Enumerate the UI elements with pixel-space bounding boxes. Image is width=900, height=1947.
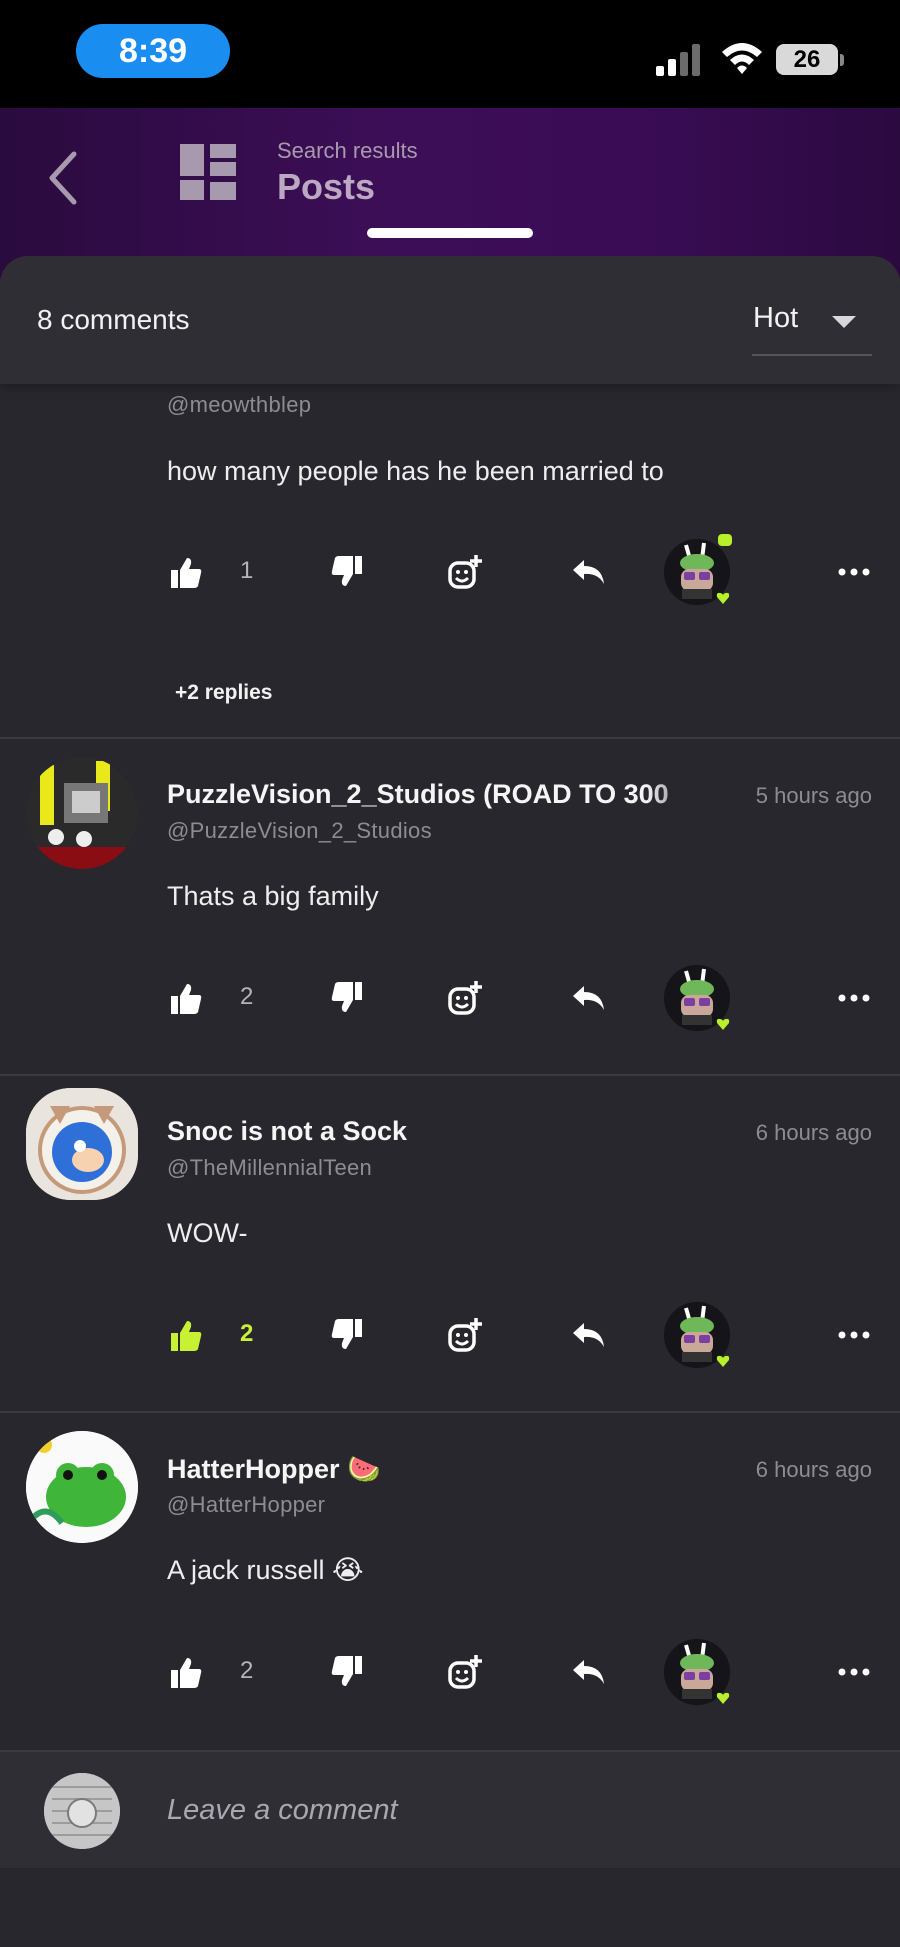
avatar[interactable] bbox=[26, 757, 138, 869]
divider bbox=[0, 1411, 900, 1413]
like-count: 2 bbox=[240, 1320, 254, 1347]
avatar[interactable] bbox=[26, 1088, 138, 1200]
thumbs-up-icon[interactable] bbox=[167, 554, 203, 590]
status-badge bbox=[718, 533, 732, 546]
reactor-avatar[interactable] bbox=[664, 1302, 730, 1368]
puzzlevision-avatar-image bbox=[26, 757, 138, 869]
divider bbox=[0, 1074, 900, 1076]
home-indicator-area bbox=[0, 1868, 900, 1947]
thumbs-up-icon[interactable] bbox=[167, 1317, 203, 1353]
frog-avatar-image bbox=[26, 1431, 138, 1543]
comment-handle[interactable]: @PuzzleVision_2_Studios bbox=[167, 818, 432, 844]
my-avatar-image bbox=[44, 1773, 120, 1849]
comment-body: how many people has he been married to bbox=[167, 456, 664, 486]
comment-actions: 2 bbox=[0, 963, 900, 1033]
caret-down-icon bbox=[832, 316, 856, 328]
like-count: 2 bbox=[240, 1657, 254, 1684]
reactor-avatar[interactable] bbox=[664, 965, 730, 1031]
comment-input[interactable] bbox=[167, 1788, 847, 1832]
wifi-icon bbox=[722, 43, 762, 74]
add-reaction-icon[interactable] bbox=[447, 554, 483, 590]
comment-author[interactable]: PuzzleVision_2_Studios (ROAD TO 300 bbox=[167, 779, 712, 810]
more-options-icon[interactable] bbox=[836, 1317, 872, 1353]
thumbs-up-icon[interactable] bbox=[167, 980, 203, 1016]
divider bbox=[0, 737, 900, 739]
add-reaction-icon[interactable] bbox=[447, 1317, 483, 1353]
sonic-avatar-image bbox=[26, 1088, 138, 1200]
more-options-icon[interactable] bbox=[836, 980, 872, 1016]
comments-sheet: 8 comments Hot @meowthblep how many peop… bbox=[0, 256, 900, 1947]
thumbs-down-icon[interactable] bbox=[330, 554, 366, 590]
comment-handle[interactable]: @HatterHopper bbox=[167, 1492, 325, 1518]
comment-count: 8 comments bbox=[37, 304, 190, 335]
comment-actions: 2 bbox=[0, 1300, 900, 1370]
status-time: 8:39 bbox=[76, 24, 230, 78]
comment-body: A jack russell 😭 bbox=[167, 1555, 364, 1585]
thumbs-down-icon[interactable] bbox=[330, 980, 366, 1016]
header-title: Posts bbox=[277, 166, 376, 207]
battery-tip bbox=[840, 54, 844, 66]
replies-link[interactable]: +2 replies bbox=[175, 681, 272, 705]
avatar[interactable] bbox=[26, 1431, 138, 1543]
cellular-signal-icon bbox=[656, 44, 700, 76]
comment-time: 6 hours ago bbox=[755, 1457, 872, 1482]
comment-actions: 1 bbox=[0, 534, 900, 607]
my-avatar[interactable] bbox=[44, 1773, 120, 1849]
app-header: Search results Posts bbox=[0, 108, 900, 278]
comment-body: WOW- bbox=[167, 1218, 248, 1248]
thumbs-down-icon[interactable] bbox=[330, 1317, 366, 1353]
sort-dropdown[interactable]: Hot bbox=[752, 296, 872, 356]
comment-handle[interactable]: @meowthblep bbox=[167, 392, 311, 418]
reactor-avatar[interactable] bbox=[664, 534, 732, 605]
comment-author[interactable]: Snoc is not a Sock bbox=[167, 1116, 727, 1147]
posts-grid-icon bbox=[180, 144, 236, 200]
comment-actions: 2 bbox=[0, 1637, 900, 1707]
comment-body: Thats a big family bbox=[167, 881, 379, 911]
comment-time: 6 hours ago bbox=[755, 1120, 872, 1145]
add-reaction-icon[interactable] bbox=[447, 1654, 483, 1690]
sort-value: Hot bbox=[753, 302, 799, 334]
like-count: 2 bbox=[240, 983, 254, 1010]
thumbs-down-icon[interactable] bbox=[330, 1654, 366, 1690]
more-options-icon[interactable] bbox=[836, 554, 872, 590]
thumbs-up-icon[interactable] bbox=[167, 1654, 203, 1690]
reactor-avatar[interactable] bbox=[664, 1639, 730, 1705]
online-heart-icon bbox=[716, 1017, 730, 1030]
comment-handle[interactable]: @TheMillennialTeen bbox=[167, 1155, 372, 1181]
reply-icon[interactable] bbox=[570, 1317, 606, 1353]
like-count: 1 bbox=[240, 557, 254, 584]
comment-composer bbox=[0, 1750, 900, 1868]
sheet-drag-handle[interactable] bbox=[367, 228, 533, 238]
online-heart-icon bbox=[716, 1691, 730, 1704]
comment-time: 5 hours ago bbox=[755, 783, 872, 808]
back-arrow-icon[interactable] bbox=[44, 148, 84, 208]
status-bar: 8:39 26 bbox=[0, 0, 900, 108]
comments-header: 8 comments Hot bbox=[0, 256, 900, 384]
header-subtitle: Search results bbox=[277, 138, 418, 163]
battery-level: 26 bbox=[776, 44, 838, 75]
reply-icon[interactable] bbox=[570, 1654, 606, 1690]
online-heart-icon bbox=[716, 591, 730, 604]
reply-icon[interactable] bbox=[570, 554, 606, 590]
comment-author[interactable]: HatterHopper 🍉 bbox=[167, 1453, 727, 1485]
online-heart-icon bbox=[716, 1354, 730, 1367]
add-reaction-icon[interactable] bbox=[447, 980, 483, 1016]
more-options-icon[interactable] bbox=[836, 1654, 872, 1690]
reply-icon[interactable] bbox=[570, 980, 606, 1016]
